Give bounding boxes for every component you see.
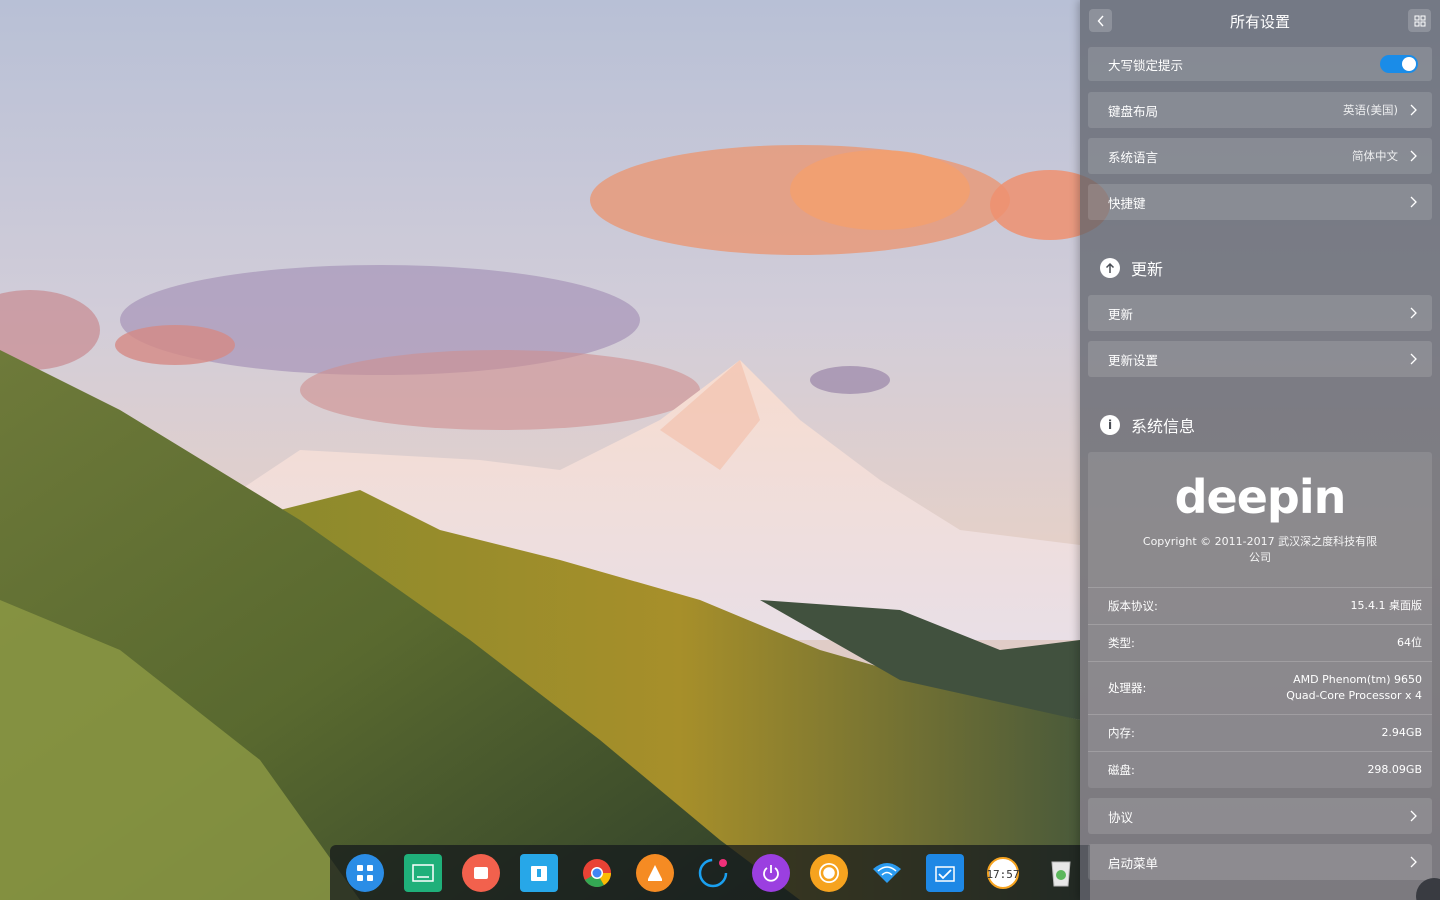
system-info-card: deepin Copyright © 2011-2017 武汉深之度科技有限公司… (1088, 452, 1432, 788)
info-row-type: 类型: 64位 (1088, 624, 1432, 661)
info-key: 磁盘: (1108, 763, 1135, 777)
update-arrow-icon (1100, 258, 1120, 278)
info-row-processor: 处理器: AMD Phenom(tm) 9650 Quad-Core Proce… (1088, 661, 1432, 714)
chevron-right-icon (1410, 307, 1417, 319)
row-label: 协议 (1108, 809, 1134, 825)
boot-menu-row[interactable]: 启动菜单 (1088, 844, 1432, 880)
dock: 17:57 (330, 845, 1090, 900)
row-label: 大写锁定提示 (1108, 57, 1184, 73)
row-label: 快捷键 (1108, 195, 1146, 211)
trash-icon (1042, 854, 1080, 892)
chevron-right-icon (1410, 856, 1417, 868)
info-value: 298.09GB (1367, 763, 1422, 776)
system-language-row[interactable]: 系统语言 简体中文 (1088, 138, 1432, 174)
shortcuts-row[interactable]: 快捷键 (1088, 184, 1432, 220)
info-key: 版本协议: (1108, 599, 1158, 613)
keyboard-layout-row[interactable]: 键盘布局 英语(美国) (1088, 92, 1432, 128)
grid-icon (1414, 15, 1425, 26)
file-manager-icon (520, 853, 558, 892)
info-key: 处理器: (1108, 681, 1147, 695)
shutdown-icon (752, 853, 790, 892)
settings-header: 所有设置 (1080, 0, 1440, 40)
dock-item-vlc[interactable] (626, 845, 684, 900)
deepin-store-icon (694, 854, 732, 892)
row-label: 更新设置 (1108, 352, 1159, 368)
chevron-right-icon (1410, 810, 1417, 822)
grid-view-button[interactable] (1408, 9, 1431, 32)
deepin-logo: deepin (1174, 470, 1347, 524)
music-player-icon (810, 853, 848, 892)
update-section-header: 更新 (1100, 256, 1163, 280)
section-title: 更新 (1131, 260, 1164, 279)
chevron-right-icon (1410, 104, 1417, 116)
dock-item-system-monitor[interactable] (916, 845, 974, 900)
chevron-right-icon (1410, 353, 1417, 365)
clock-icon: 17:57 (984, 854, 1022, 892)
chrome-icon (578, 854, 616, 892)
info-value: 15.4.1 桌面版 (1350, 599, 1422, 612)
network-icon (868, 854, 906, 892)
system-monitor-icon (926, 853, 964, 892)
dock-item-music-player[interactable] (800, 845, 858, 900)
row-label: 键盘布局 (1108, 103, 1159, 119)
row-value: 英语(美国) (1343, 103, 1398, 117)
sysinfo-section-header: i 系统信息 (1100, 413, 1195, 437)
update-row[interactable]: 更新 (1088, 295, 1432, 331)
vlc-icon (636, 853, 674, 892)
license-row[interactable]: 协议 (1088, 798, 1432, 834)
section-title: 系统信息 (1131, 417, 1196, 436)
dock-item-chrome[interactable] (568, 845, 626, 900)
screen-recorder-icon (462, 853, 500, 892)
chevron-right-icon (1410, 150, 1417, 162)
row-value: 简体中文 (1352, 149, 1398, 163)
info-row-disk: 磁盘: 298.09GB (1088, 751, 1432, 788)
chevron-right-icon (1410, 196, 1417, 208)
row-label: 更新 (1108, 306, 1134, 322)
info-value: 64位 (1397, 636, 1422, 649)
dock-item-launcher[interactable] (336, 845, 394, 900)
settings-title: 所有设置 (1229, 13, 1290, 31)
update-settings-row[interactable]: 更新设置 (1088, 341, 1432, 377)
dock-item-screen-recorder[interactable] (452, 845, 510, 900)
dock-item-shutdown[interactable] (742, 845, 800, 900)
dock-item-clock[interactable]: 17:57 (974, 845, 1032, 900)
terminal-icon (404, 853, 442, 892)
dock-item-file-manager[interactable] (510, 845, 568, 900)
info-key: 内存: (1108, 726, 1135, 740)
dock-item-terminal[interactable] (394, 845, 452, 900)
info-row-memory: 内存: 2.94GB (1088, 714, 1432, 751)
capslock-hint-row: 大写锁定提示 (1088, 47, 1432, 81)
launcher-icon (346, 853, 384, 892)
dock-item-deepin-store[interactable] (684, 845, 742, 900)
corner-indicator (1416, 878, 1440, 900)
info-icon: i (1100, 415, 1120, 435)
svg-text:17:57: 17:57 (987, 868, 1019, 881)
info-value: AMD Phenom(tm) 9650 Quad-Core Processor … (1286, 673, 1422, 702)
info-value: 2.94GB (1381, 726, 1422, 739)
dock-item-network[interactable] (858, 845, 916, 900)
row-label: 启动菜单 (1108, 855, 1159, 871)
capslock-hint-toggle[interactable] (1380, 55, 1418, 73)
row-label: 系统语言 (1108, 149, 1159, 165)
settings-panel: 所有设置 大写锁定提示 键盘布局 英语(美国) 系统语言 简体中文 快捷键 更新… (1080, 0, 1440, 900)
info-row-edition: 版本协议: 15.4.1 桌面版 (1088, 587, 1432, 624)
info-key: 类型: (1108, 636, 1135, 650)
copyright-text: Copyright © 2011-2017 武汉深之度科技有限公司 (1142, 535, 1378, 564)
